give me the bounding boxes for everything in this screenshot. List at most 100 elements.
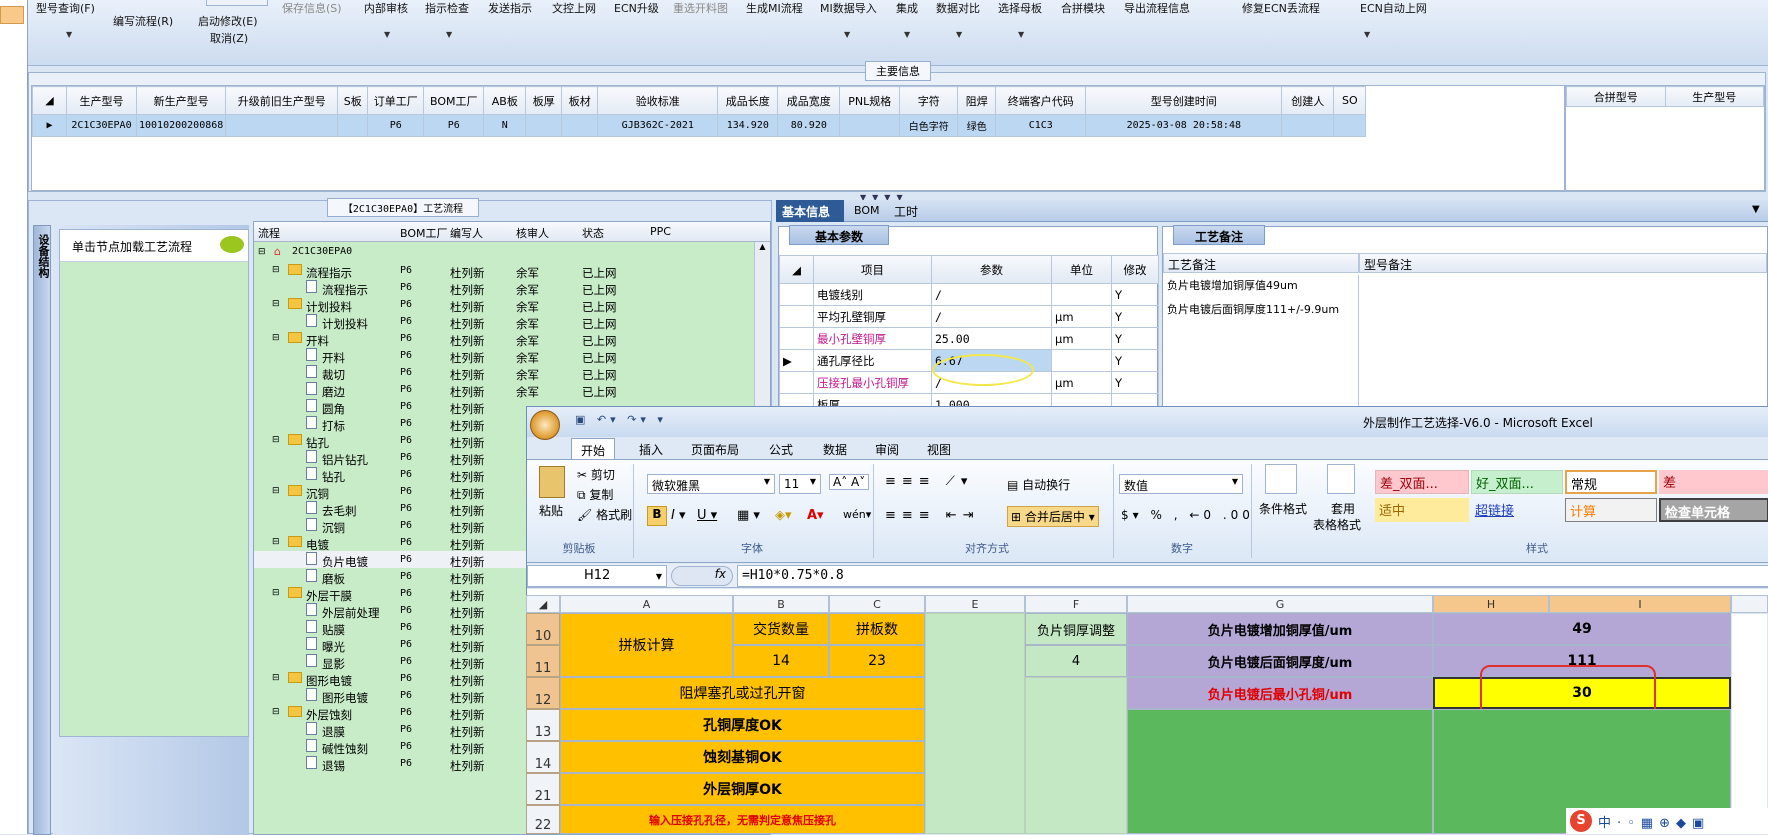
table-cell[interactable]: [1333, 114, 1367, 137]
tab-review[interactable]: 审阅: [875, 441, 899, 458]
param-item[interactable]: 平均孔壁铜厚: [813, 305, 932, 328]
col-header[interactable]: 阻焊: [957, 86, 997, 115]
internal-review-button[interactable]: 内部审核: [364, 0, 408, 16]
generate-mi-button[interactable]: 生成MI流程: [746, 0, 803, 16]
data-compare-button[interactable]: 数据对比: [936, 0, 980, 16]
col-header[interactable]: 订单工厂: [367, 86, 425, 115]
param-unit[interactable]: μm: [1051, 371, 1112, 394]
tree-node[interactable]: ⊟ 计划投料 P6 杜列新 余军 已上网: [254, 296, 754, 314]
table-cell[interactable]: [1281, 114, 1335, 137]
col-header-e[interactable]: E: [925, 595, 1025, 613]
col-header-next[interactable]: [1731, 595, 1768, 613]
param-value[interactable]: /: [931, 283, 1052, 306]
col-header[interactable]: S板: [337, 86, 369, 115]
param-unit[interactable]: [1051, 283, 1112, 306]
param-modify[interactable]: Y: [1111, 349, 1159, 372]
param-item[interactable]: 通孔厚径比: [813, 349, 932, 372]
underline-button[interactable]: U ▾: [697, 508, 717, 523]
table-cell[interactable]: 2025-03-08 20:58:48: [1085, 114, 1283, 137]
table-cell[interactable]: 白色字符: [899, 114, 959, 137]
col-param[interactable]: 参数: [931, 255, 1052, 284]
cut-button[interactable]: ✂ 剪切: [577, 466, 615, 483]
param-modify[interactable]: Y: [1111, 327, 1159, 350]
cell-a14[interactable]: 蚀刻基铜OK: [560, 741, 925, 773]
tab-data[interactable]: 数据: [823, 441, 847, 458]
paste-button[interactable]: 粘贴: [539, 502, 563, 519]
row-header-22[interactable]: 22: [526, 805, 560, 834]
ime-toolbar[interactable]: S 中·◦▦⊕◆▣: [1566, 808, 1768, 834]
col-header[interactable]: SO: [1333, 86, 1367, 115]
col-modify[interactable]: 修改: [1111, 255, 1159, 284]
table-format-icon[interactable]: [1327, 464, 1355, 494]
row-selector-icon[interactable]: ▶: [32, 114, 67, 137]
chevron-down-icon[interactable]: ▼: [904, 30, 910, 39]
cell-e-column[interactable]: [925, 613, 1025, 834]
param-row[interactable]: 平均孔壁铜厚 / μm Y: [779, 305, 1159, 328]
cancel-button[interactable]: 取消(Z): [210, 30, 248, 46]
cell-g12[interactable]: 负片电镀后最小孔铜/um: [1127, 677, 1433, 709]
table-row[interactable]: ▶ 2C1C30EPA0 10010200200868 P6 P6 N GJB362C-20…: [32, 114, 1367, 137]
fx-button[interactable]: fx: [671, 566, 733, 586]
ime-status-icons[interactable]: 中·◦▦⊕◆▣: [1598, 812, 1710, 831]
expand-icon[interactable]: ⊟: [272, 333, 280, 343]
number-format-select[interactable]: 数值 ▼: [1119, 474, 1243, 494]
style-hyperlink[interactable]: 超链接: [1471, 498, 1563, 522]
col-header[interactable]: 板材: [561, 86, 599, 115]
instruction-check-button[interactable]: 指示检查: [425, 0, 469, 16]
send-instruction-button[interactable]: 发送指示: [488, 0, 532, 16]
conditional-format-icon[interactable]: [1265, 464, 1297, 494]
fix-ecn-button[interactable]: 修复ECN丢流程: [1242, 0, 1320, 16]
tree-node[interactable]: ⊟ 流程指示 P6 杜列新 余军 已上网: [254, 262, 754, 280]
expand-icon[interactable]: ⊟: [272, 299, 280, 309]
row-header-13[interactable]: 13: [526, 709, 560, 741]
row-header-12[interactable]: 12: [526, 677, 560, 709]
font-color-button[interactable]: A▾: [807, 508, 824, 523]
style-calculation[interactable]: 计算: [1565, 498, 1657, 522]
chevron-down-icon[interactable]: ▼: [384, 30, 390, 39]
chevron-down-icon[interactable]: ▼: [1364, 30, 1370, 39]
wrap-text-button[interactable]: ▤ 自动换行: [1007, 476, 1070, 493]
col-header[interactable]: 字符: [899, 86, 959, 115]
vertical-align-buttons[interactable]: ≡≡≡ ⟋▾: [885, 474, 973, 489]
export-flow-button[interactable]: 导出流程信息: [1124, 0, 1190, 16]
col-header[interactable]: 成品宽度: [777, 86, 841, 115]
cell-b10[interactable]: 交货数量: [733, 613, 829, 645]
tree-node[interactable]: 开料 P6 杜列新 余军 已上网: [254, 347, 754, 365]
note-item[interactable]: 负片电镀增加铜厚值49um: [1163, 275, 1358, 295]
bold-button[interactable]: B: [647, 506, 667, 526]
col-header[interactable]: 板厚: [525, 86, 563, 115]
param-value[interactable]: 25.00: [931, 327, 1052, 350]
device-structure-tab[interactable]: 设备结构: [33, 225, 51, 835]
col-header[interactable]: 生产型号: [66, 86, 137, 115]
table-cell[interactable]: [525, 114, 563, 137]
tree-node[interactable]: ⊟ 开料 P6 杜列新 余军 已上网: [254, 330, 754, 348]
style-neutral[interactable]: 适中: [1375, 498, 1469, 522]
mi-import-button[interactable]: MI数据导入: [820, 0, 877, 16]
param-row[interactable]: 电镀线别 / Y: [779, 283, 1159, 306]
table-cell[interactable]: C1C3: [995, 114, 1087, 137]
splitter-handle[interactable]: ▼▼▼▼: [860, 193, 920, 202]
font-grow-button[interactable]: A˄ A˅: [829, 474, 870, 490]
query-model-button[interactable]: 型号查询(F): [36, 0, 95, 16]
cell-a10[interactable]: 拼板计算: [560, 613, 733, 677]
name-box[interactable]: H12 ▼: [527, 565, 667, 587]
col-header[interactable]: 创建人: [1281, 86, 1335, 115]
col-header-f[interactable]: F: [1025, 595, 1127, 613]
table-cell[interactable]: GJB362C-2021: [597, 114, 719, 137]
conditional-format-button[interactable]: 条件格式: [1259, 500, 1307, 517]
tree-node[interactable]: 裁切 P6 杜列新 余军 已上网: [254, 364, 754, 382]
save-info-button[interactable]: 保存信息(S): [282, 0, 342, 16]
col-ppc[interactable]: PPC: [650, 225, 671, 238]
cell-a21[interactable]: 外层铜厚OK: [560, 773, 925, 805]
cell-f-lower[interactable]: [1025, 677, 1127, 834]
formula-input[interactable]: =H10*0.75*0.8: [737, 565, 1768, 587]
col-header-h[interactable]: H: [1433, 595, 1549, 613]
quick-access-toolbar[interactable]: ▣ ↶▾ ↷▾ ▾: [575, 413, 667, 426]
table-cell[interactable]: 10010200200868: [135, 114, 227, 137]
table-cell[interactable]: 134.920: [717, 114, 779, 137]
table-cell[interactable]: [561, 114, 599, 137]
row-selector[interactable]: [779, 283, 814, 306]
row-header-21[interactable]: 21: [526, 773, 560, 805]
table-cell[interactable]: [337, 114, 369, 137]
style-normal[interactable]: 常规: [1565, 470, 1657, 494]
